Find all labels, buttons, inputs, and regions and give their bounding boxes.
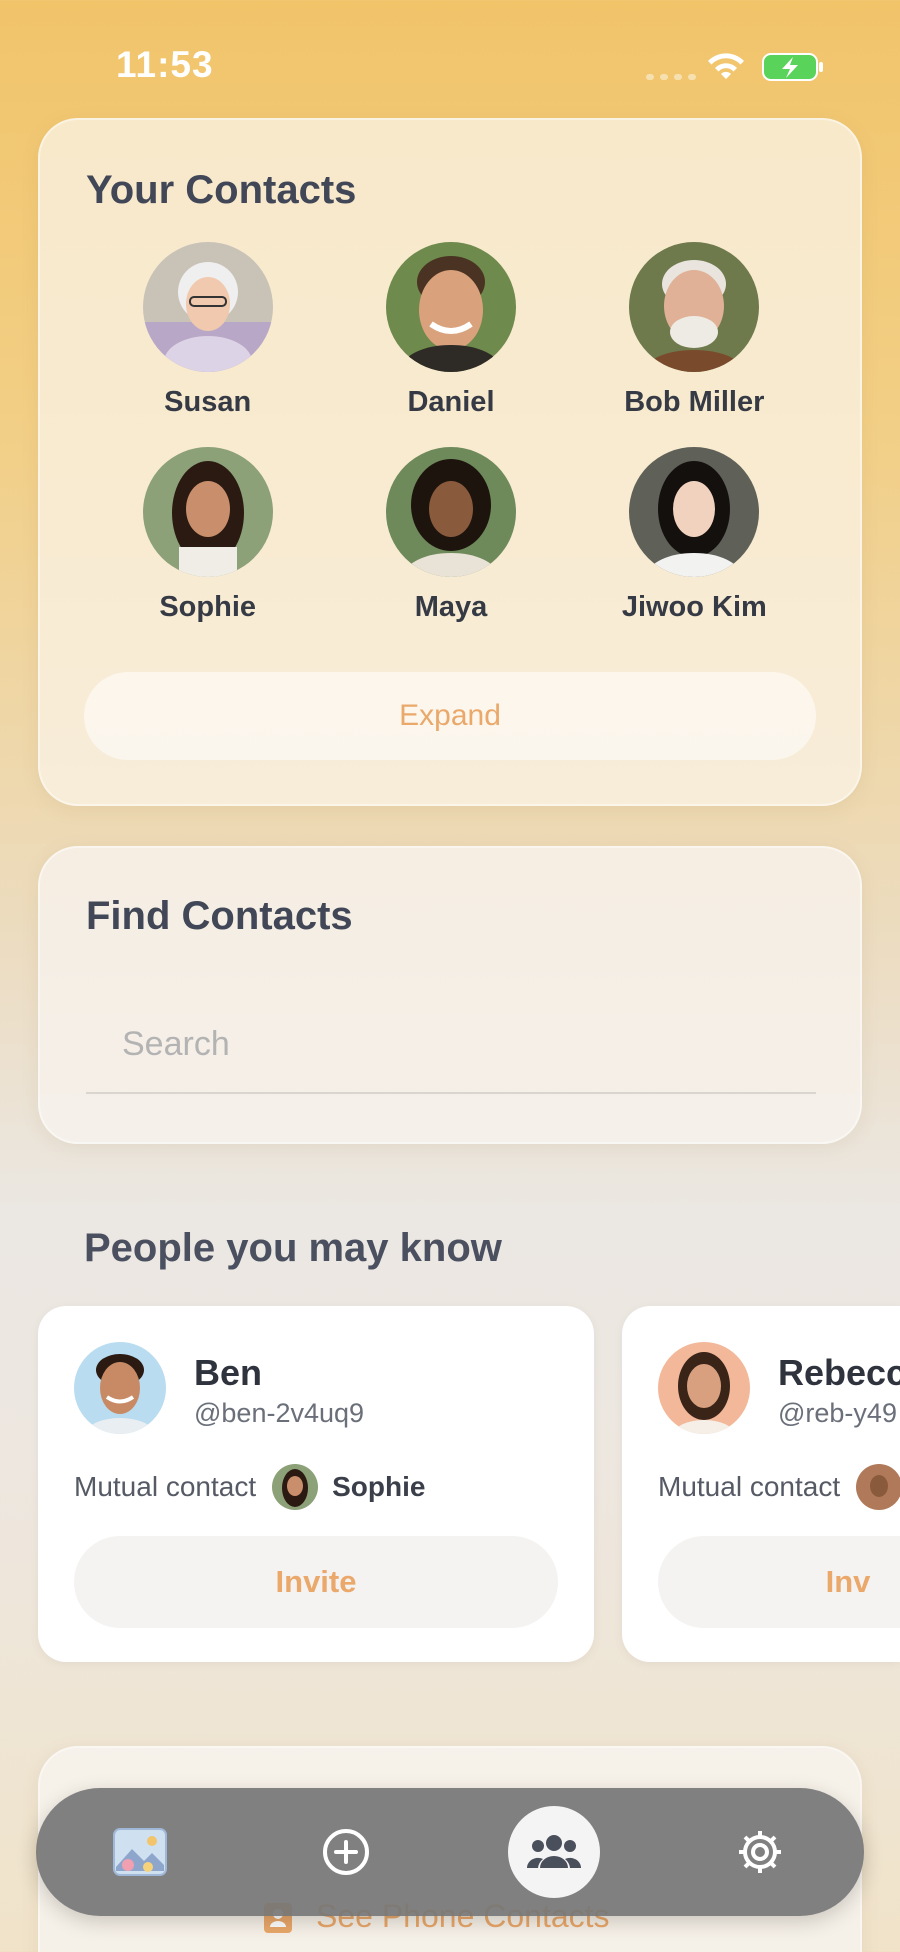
people-you-may-know-title: People you may know: [84, 1226, 502, 1270]
tab-bar: [36, 1788, 864, 1916]
cellular-signal-icon: [646, 74, 696, 80]
find-contacts-card: Find Contacts: [38, 846, 862, 1144]
invite-button[interactable]: Inv: [658, 1536, 900, 1628]
avatar: [629, 447, 760, 577]
add-circle-icon: [323, 1829, 369, 1875]
contact-jiwoo-kim[interactable]: Jiwoo Kim: [573, 447, 816, 624]
suggestion-card-ben: Ben @ben-2v4uq9 Mutual contact Sophie In…: [38, 1306, 594, 1662]
tab-settings[interactable]: [714, 1806, 806, 1898]
avatar: [629, 242, 760, 372]
gear-icon: [739, 1831, 781, 1873]
your-contacts-card: Your Contacts Susan Daniel Bob Miller So…: [38, 118, 862, 806]
invite-button[interactable]: Invite: [74, 1536, 558, 1628]
wifi-icon: [708, 53, 744, 79]
suggestion-name: Rebecc: [778, 1352, 900, 1393]
suggestion-name: Ben: [194, 1352, 263, 1393]
status-bar: 11:53: [0, 0, 900, 120]
suggestion-card-rebecca: Rebecc @reb-y49 Mutual contact Inv: [622, 1306, 900, 1662]
contact-name: Jiwoo Kim: [621, 591, 767, 623]
contact-name: Maya: [414, 591, 488, 623]
status-time: 11:53: [116, 44, 214, 85]
avatar: [385, 242, 516, 372]
battery-charging-icon: [762, 53, 823, 81]
mutual-contact-name: Sophie: [332, 1471, 426, 1502]
contact-sophie[interactable]: Sophie: [86, 447, 329, 624]
contact-name: Bob Miller: [624, 386, 765, 418]
search-input[interactable]: [86, 996, 816, 1094]
avatar: [74, 1342, 166, 1434]
contacts-grid: Susan Daniel Bob Miller Sophie Maya Jiwo…: [86, 242, 816, 624]
mutual-avatar: [272, 1464, 319, 1510]
avatar: [385, 447, 516, 577]
avatar: [142, 447, 273, 577]
contact-name: Daniel: [407, 386, 495, 418]
tab-contacts[interactable]: [508, 1806, 600, 1898]
people-icon: [526, 1835, 582, 1868]
avatar: [658, 1342, 750, 1434]
contact-susan[interactable]: Susan: [86, 242, 329, 419]
suggestion-handle: @ben-2v4uq9: [194, 1398, 365, 1428]
contact-bob-miller[interactable]: Bob Miller: [573, 242, 816, 419]
tab-photos[interactable]: [94, 1806, 186, 1898]
photos-icon: [113, 1828, 167, 1876]
mutual-contact-row: Mutual contact Sophie: [74, 1464, 425, 1510]
expand-button[interactable]: Expand: [84, 672, 816, 760]
invite-label: Inv: [825, 1564, 871, 1599]
contact-name: Susan: [164, 386, 252, 418]
tab-add[interactable]: [300, 1806, 392, 1898]
contact-maya[interactable]: Maya: [329, 447, 572, 624]
avatar: [142, 242, 273, 372]
contact-name: Sophie: [159, 591, 256, 623]
mutual-contact-row: Mutual contact: [658, 1464, 900, 1510]
contact-daniel[interactable]: Daniel: [329, 242, 572, 419]
mutual-contact-label: Mutual contact: [74, 1471, 257, 1502]
suggestion-handle: @reb-y49: [778, 1398, 897, 1428]
your-contacts-title: Your Contacts: [86, 168, 357, 212]
find-contacts-title: Find Contacts: [86, 894, 353, 938]
mutual-contact-label: Mutual contact: [658, 1471, 841, 1502]
mutual-avatar: [856, 1464, 900, 1510]
